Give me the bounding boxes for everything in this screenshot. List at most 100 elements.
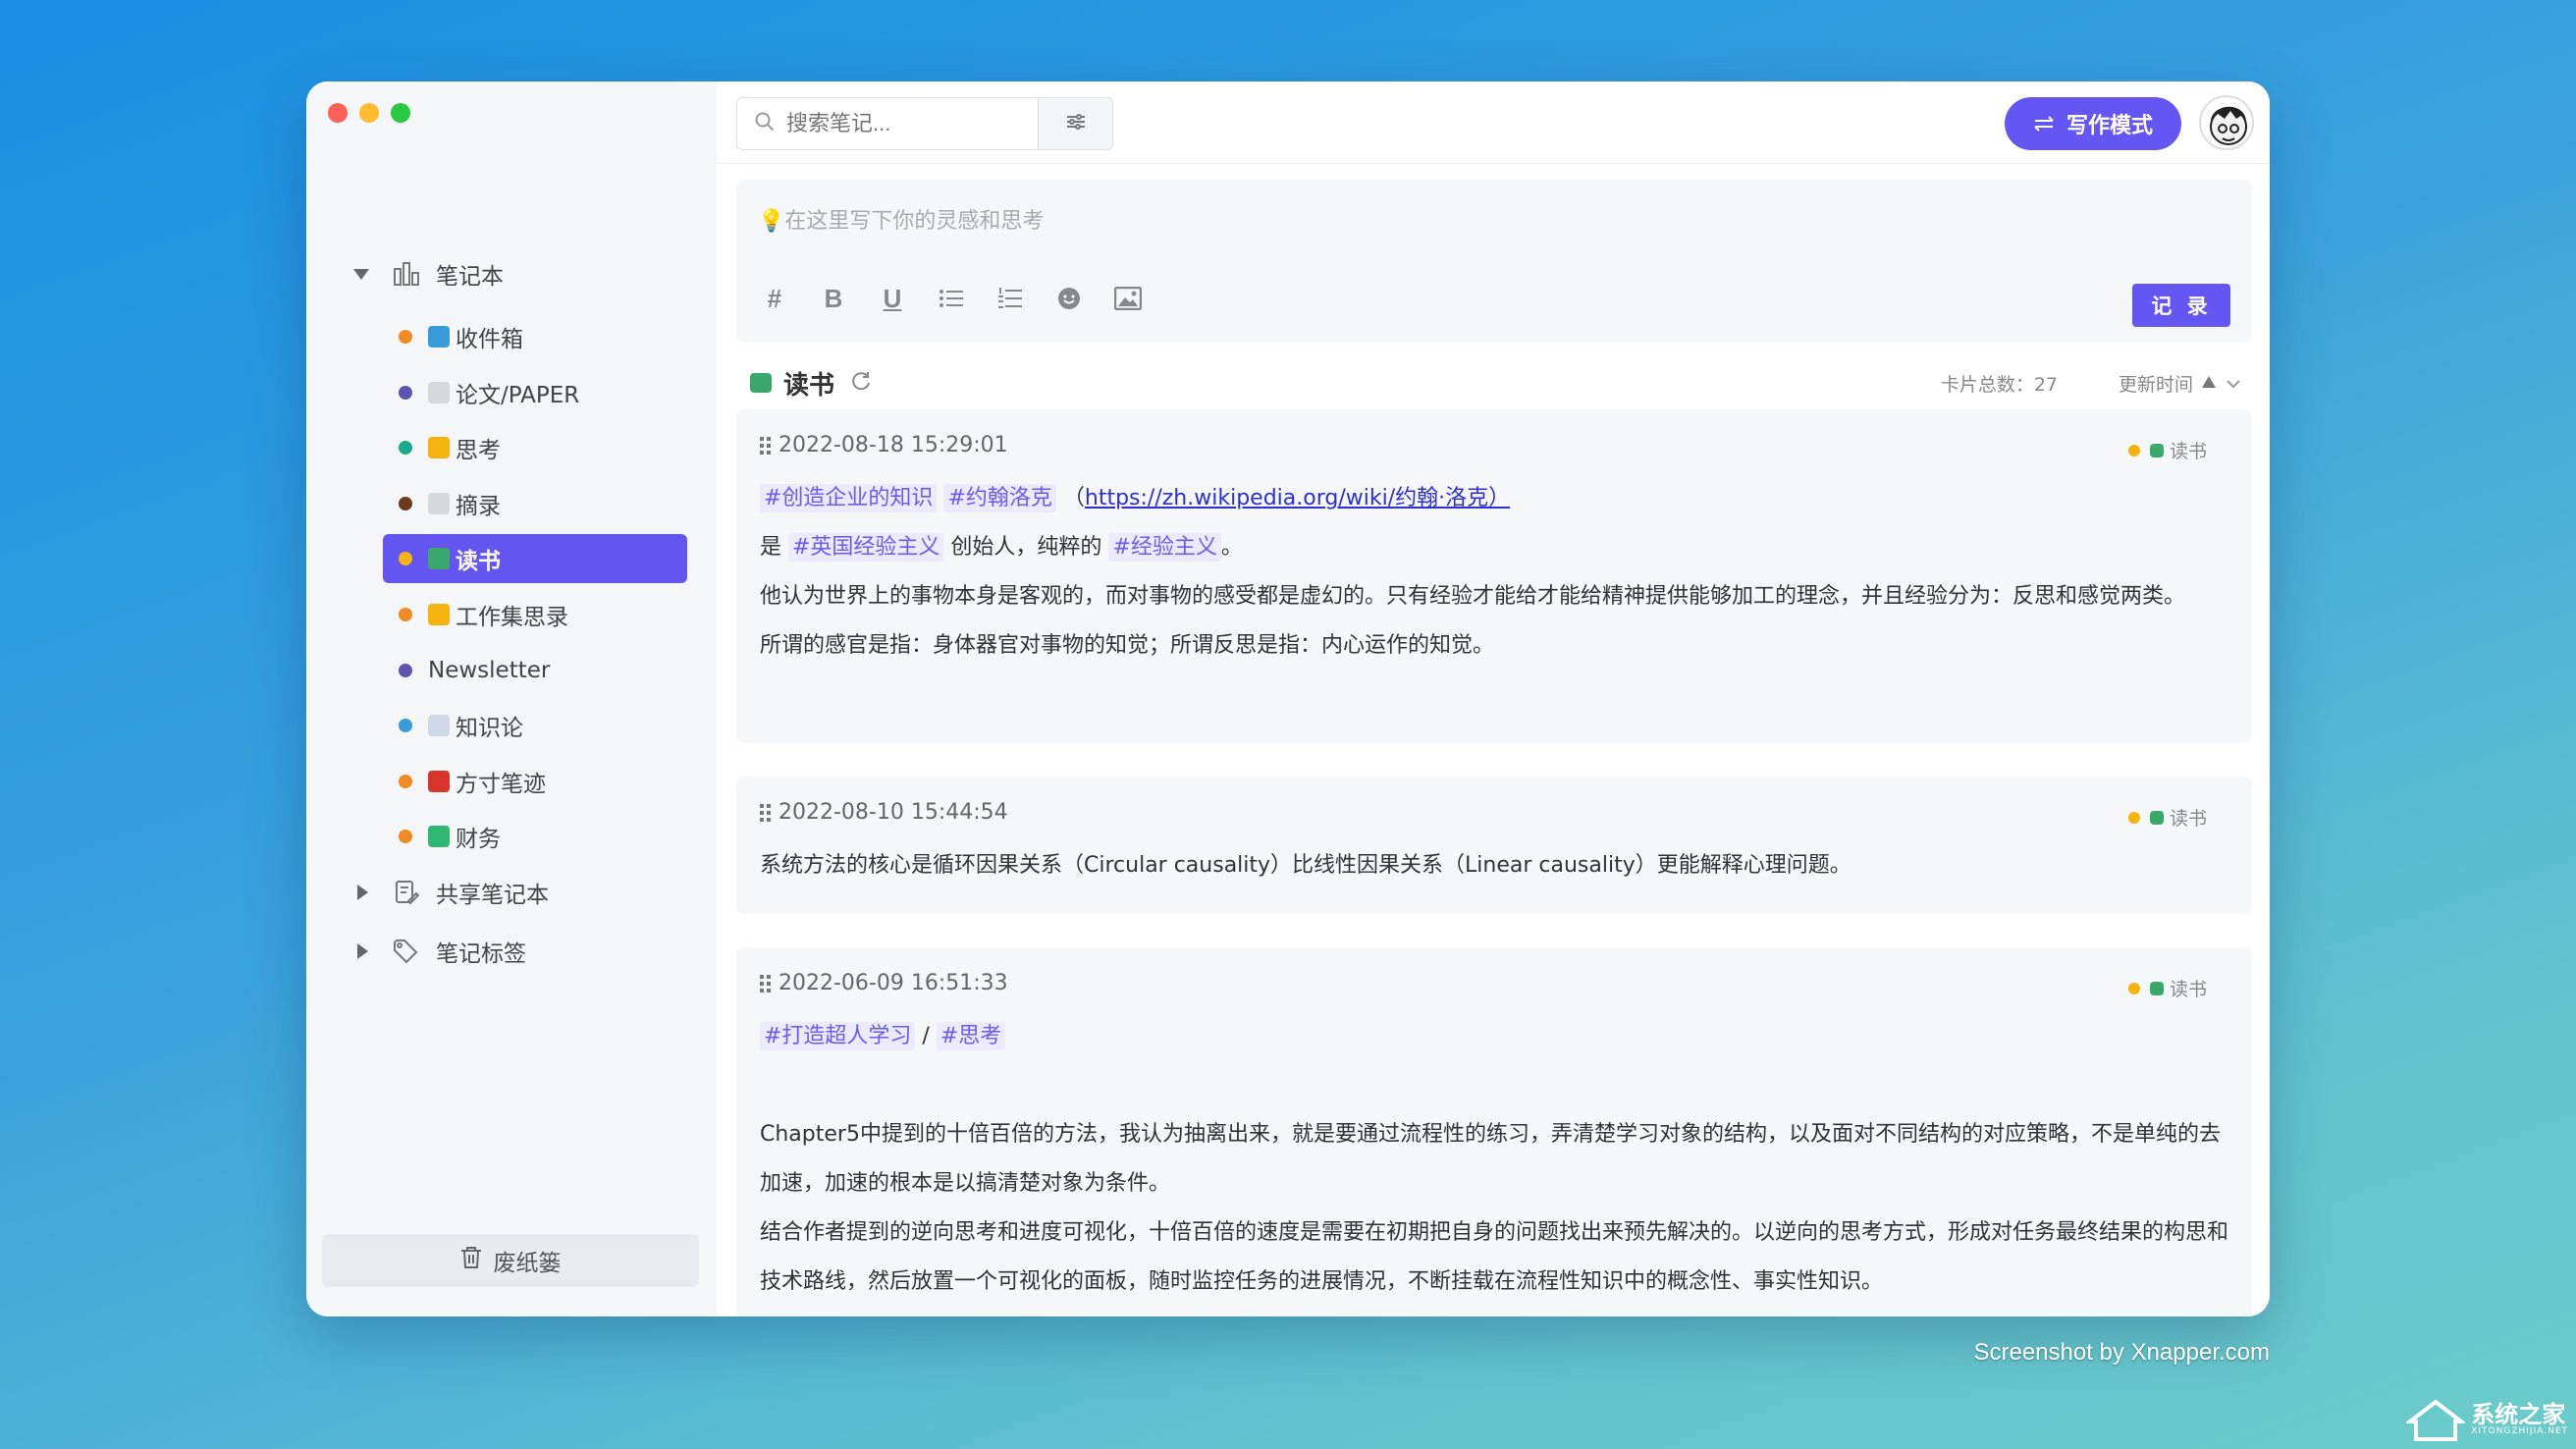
drag-handle-icon[interactable] <box>760 436 771 455</box>
note-tags-toggle[interactable]: 笔记标签 <box>353 934 526 969</box>
notebook-item[interactable]: 财务 <box>383 812 687 861</box>
drag-handle-icon[interactable] <box>760 803 771 822</box>
notebook-color-dot <box>399 552 412 566</box>
card-timestamp: 2022-06-09 16:51:33 <box>778 971 1008 995</box>
card-timestamp: 2022-08-18 15:29:01 <box>778 433 1008 457</box>
note-card[interactable]: 2022-06-09 16:51:33 读书 #打造超人学习 / #思考 Cha… <box>736 947 2252 1316</box>
notebook-item[interactable]: 收件箱 <box>383 312 687 361</box>
red-book-icon <box>428 770 450 792</box>
card-paragraph: 结合作者提到的逆向思考和进度可视化，十倍百倍的速度是需要在初期把自身的问题找出来… <box>760 1220 2229 1294</box>
books-icon <box>2149 443 2164 457</box>
notebook-color-dot <box>399 607 412 621</box>
list-title: 读书 <box>750 365 834 402</box>
card-notebook-badge[interactable]: 读书 <box>2127 437 2207 463</box>
card-count: 卡片总数：27 <box>1940 373 2058 396</box>
books-icon <box>750 373 772 393</box>
search-icon <box>755 112 775 135</box>
shared-notebook-icon <box>393 880 420 905</box>
trash-icon <box>460 1246 482 1275</box>
sort-dropdown[interactable]: 更新时间 <box>2119 370 2240 397</box>
notebook-color-dot <box>399 830 412 844</box>
list-header: 读书 卡片总数：27 更新时间 <box>736 358 2252 407</box>
notebook-label: Newsletter <box>428 657 551 683</box>
tag-chip[interactable]: #打造超人学习 <box>760 1022 916 1050</box>
card-timestamp: 2022-08-10 15:44:54 <box>778 800 1008 825</box>
document-icon <box>428 492 450 514</box>
underline-icon[interactable]: U <box>878 284 907 313</box>
refresh-icon[interactable] <box>850 370 872 396</box>
notebooks-icon <box>393 261 420 287</box>
notebook-label: 读书 <box>456 549 501 575</box>
notebook-item[interactable]: 读书 <box>383 534 687 584</box>
maximize-window-button[interactable] <box>391 103 410 123</box>
card-content: 系统方法的核心是循环因果关系（Circular causality）比线性因果关… <box>760 841 2228 890</box>
card-content: #创造企业的知识 #约翰洛克 （https://zh.wikipedia.org… <box>760 474 2228 671</box>
tag-chip[interactable]: #思考 <box>936 1022 1006 1050</box>
wiki-link[interactable]: https://zh.wikipedia.org/wiki/约翰·洛克） <box>1085 486 1510 510</box>
write-mode-button[interactable]: 写作模式 <box>2005 97 2181 150</box>
notebook-item[interactable]: 方寸笔迹 <box>383 757 687 806</box>
hashtag-icon[interactable]: # <box>760 284 789 313</box>
card-header: 2022-08-10 15:44:54 <box>760 800 1008 825</box>
note-card[interactable]: 2022-08-18 15:29:01 读书 #创造企业的知识 #约翰洛克 （h… <box>736 409 2252 743</box>
note-editor[interactable]: 💡在这里写下你的灵感和思考 # B U 记 录 <box>736 180 2252 343</box>
shared-notebooks-toggle[interactable]: 共享笔记本 <box>353 875 549 910</box>
close-window-button[interactable] <box>328 103 348 123</box>
notebooks-section-toggle[interactable]: 笔记本 <box>353 256 504 292</box>
card-line: #打造超人学习 / #思考 <box>760 1012 2228 1061</box>
notebook-label: 知识论 <box>456 716 523 742</box>
notebook-label: 论文/PAPER <box>456 382 580 408</box>
notebook-item[interactable]: 论文/PAPER <box>383 368 687 417</box>
inbox-icon <box>428 326 450 348</box>
tag-chip[interactable]: #英国经验主义 <box>788 533 944 562</box>
notebook-color-dot <box>399 719 412 733</box>
notebook-item[interactable]: 知识论 <box>383 701 687 750</box>
avatar[interactable] <box>2199 95 2254 150</box>
notebook-color-dot <box>399 663 412 677</box>
note-tags-label: 笔记标签 <box>436 941 526 967</box>
notebook-label: 财务 <box>456 827 501 853</box>
card-line: 是 #英国经验主义 创始人，纯粹的 #经验主义。 <box>760 523 2228 572</box>
notebook-item[interactable]: Newsletter <box>383 646 687 695</box>
trash-label: 废纸篓 <box>493 1251 562 1276</box>
notebooks-label: 笔记本 <box>436 264 504 290</box>
notebook-item[interactable]: 思考 <box>383 423 687 472</box>
chevron-right-icon <box>357 943 368 959</box>
main-panel: 写作模式 💡在这里写下你的灵感和思考 # B U <box>717 81 2270 1316</box>
notebook-item[interactable]: 摘录 <box>383 479 687 528</box>
search-input[interactable] <box>786 111 1032 136</box>
trash-button[interactable]: 废纸篓 <box>322 1234 699 1287</box>
tag-separator: / <box>915 1024 937 1048</box>
notebook-item[interactable]: 工作集思录 <box>383 590 687 639</box>
notebook-color-dot <box>2127 444 2140 456</box>
minimize-window-button[interactable] <box>359 103 379 123</box>
watermark-text: 系统之家 <box>2471 1400 2566 1428</box>
record-button[interactable]: 记 录 <box>2132 284 2230 327</box>
topbar: 写作模式 <box>717 81 2270 164</box>
notebook-color-dot <box>2127 811 2140 824</box>
app-window: 笔记本 收件箱 论文/PAPER 思考 摘录 读书 工作集思录 Newsletter 知识论方… <box>306 81 2270 1316</box>
tag-icon <box>393 939 420 964</box>
bullet-list-icon[interactable] <box>937 284 966 313</box>
numbered-list-icon[interactable] <box>995 284 1025 313</box>
filter-button[interactable] <box>1038 98 1112 149</box>
bold-icon[interactable]: B <box>819 284 848 313</box>
tag-chip[interactable]: #约翰洛克 <box>943 484 1056 512</box>
sort-label: 更新时间 <box>2118 373 2193 396</box>
chevron-down-icon <box>2227 372 2240 394</box>
image-icon[interactable] <box>1113 284 1143 313</box>
sort-ascending-icon <box>2201 372 2217 394</box>
note-card[interactable]: 2022-08-10 15:44:54 读书 系统方法的核心是循环因果关系（Ci… <box>736 777 2252 914</box>
tag-chip[interactable]: #经验主义 <box>1108 533 1221 562</box>
notebook-list: 收件箱论文/PAPER 思考摘录读书工作集思录 Newsletter 知识论方寸笔迹财… <box>383 312 687 868</box>
drag-handle-icon[interactable] <box>760 974 771 993</box>
books-icon <box>428 548 450 570</box>
notebook-label: 工作集思录 <box>456 604 568 630</box>
emoji-icon[interactable] <box>1054 284 1084 313</box>
card-notebook-badge[interactable]: 读书 <box>2127 804 2207 831</box>
card-notebook-badge[interactable]: 读书 <box>2127 975 2207 1001</box>
card-content: #打造超人学习 / #思考 Chapter5中提到的十倍百倍的方法，我认为抽离出… <box>760 1012 2228 1307</box>
tag-chip[interactable]: #创造企业的知识 <box>760 484 938 512</box>
card-notebook-label: 读书 <box>2169 441 2207 462</box>
